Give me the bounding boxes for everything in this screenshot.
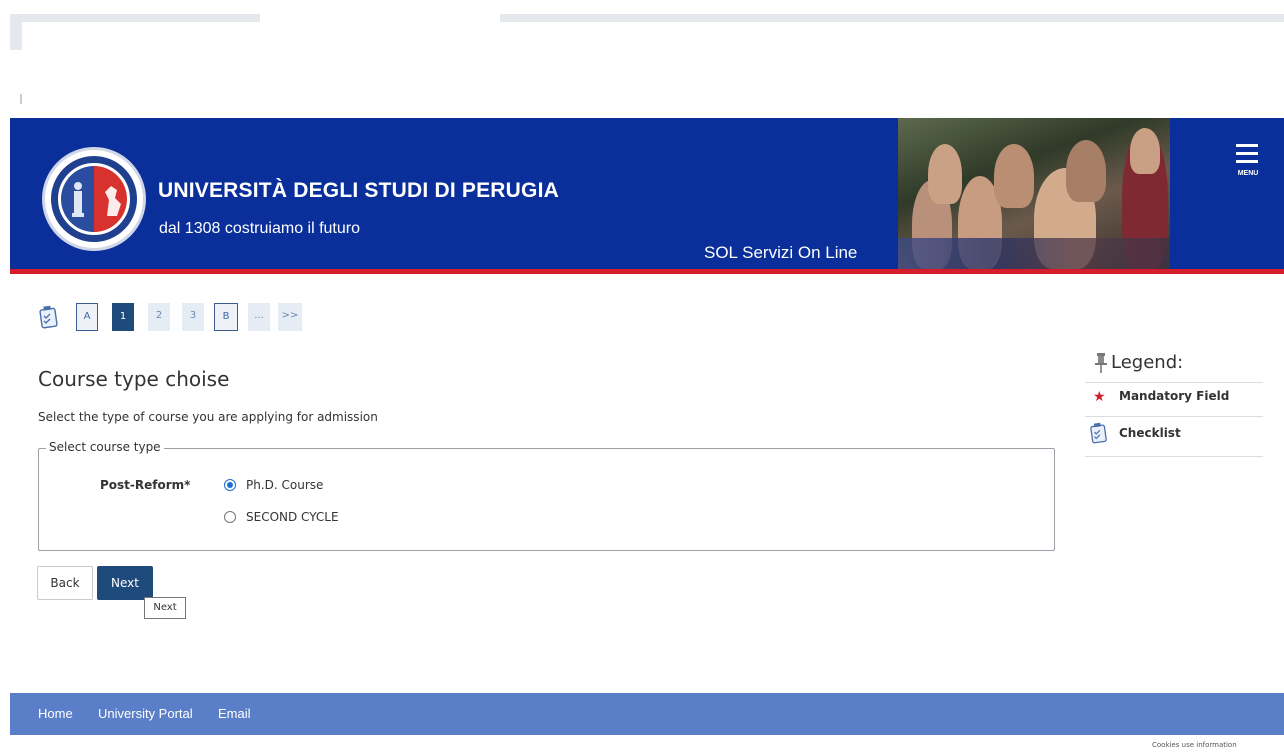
course-type-fieldset — [38, 448, 1055, 551]
radio-label-second-cycle[interactable]: SECOND CYCLE — [246, 510, 339, 524]
griffin-icon — [105, 186, 121, 216]
students-photo — [898, 118, 1170, 269]
step-3[interactable]: 3 — [182, 303, 204, 331]
next-tooltip: Next — [144, 597, 186, 619]
page-title: Course type choise — [38, 367, 230, 391]
pin-icon — [1095, 353, 1107, 373]
legend-divider — [1085, 416, 1263, 417]
legend-divider — [1085, 382, 1263, 383]
top-left-block — [10, 22, 22, 50]
university-name: UNIVERSITÀ DEGLI STUDI DI PERUGIA — [158, 179, 559, 202]
footer-link-email[interactable]: Email — [218, 706, 251, 721]
figure-icon — [72, 182, 84, 217]
radio-phd-course[interactable] — [224, 479, 236, 491]
radio-label-phd-course[interactable]: Ph.D. Course — [246, 478, 323, 492]
post-reform-label: Post-Reform* — [100, 478, 191, 492]
cookies-info-link[interactable]: Cookies use information — [1152, 741, 1237, 749]
menu-button[interactable]: MENU — [1230, 140, 1266, 182]
step-2[interactable]: 2 — [148, 303, 170, 331]
step-1[interactable]: 1 — [112, 303, 134, 331]
top-strip-notch — [260, 12, 390, 24]
site-header: UNIVERSITÀ DEGLI STUDI DI PERUGIA dal 13… — [10, 118, 1284, 274]
legend-mandatory-label: Mandatory Field — [1119, 389, 1230, 403]
checklist-icon — [1090, 422, 1107, 444]
step-more[interactable]: ... — [248, 303, 270, 331]
tiny-mark — [20, 94, 22, 104]
footer-link-university-portal[interactable]: University Portal — [98, 706, 193, 721]
footer-link-home[interactable]: Home — [38, 706, 73, 721]
menu-bar — [1236, 152, 1258, 155]
top-strip-notch — [390, 14, 500, 22]
radio-second-cycle[interactable] — [224, 511, 236, 523]
menu-bar — [1236, 144, 1258, 147]
legend-title: Legend: — [1111, 352, 1184, 373]
legend-divider — [1085, 456, 1263, 457]
service-name: SOL Servizi On Line — [704, 243, 858, 262]
menu-bar — [1236, 160, 1258, 163]
step-b[interactable]: B — [214, 303, 238, 331]
seal-ring — [51, 156, 137, 242]
legend-checklist-label: Checklist — [1119, 426, 1181, 440]
step-next-page[interactable]: >> — [278, 303, 302, 331]
checklist-icon[interactable] — [38, 305, 60, 329]
page-description: Select the type of course you are applyi… — [38, 410, 378, 424]
next-button[interactable]: Next — [97, 566, 153, 600]
fieldset-legend: Select course type — [46, 440, 164, 454]
site-footer: Home University Portal Email — [10, 693, 1284, 735]
header-red-line — [10, 269, 1284, 274]
university-motto: dal 1308 costruiamo il futuro — [159, 220, 360, 237]
mandatory-star-icon: ★ — [1093, 389, 1106, 405]
step-a[interactable]: A — [76, 303, 98, 331]
back-button[interactable]: Back — [37, 566, 93, 600]
menu-label: MENU — [1237, 170, 1259, 177]
university-seal-logo[interactable] — [42, 147, 146, 251]
top-strip — [10, 12, 1284, 24]
